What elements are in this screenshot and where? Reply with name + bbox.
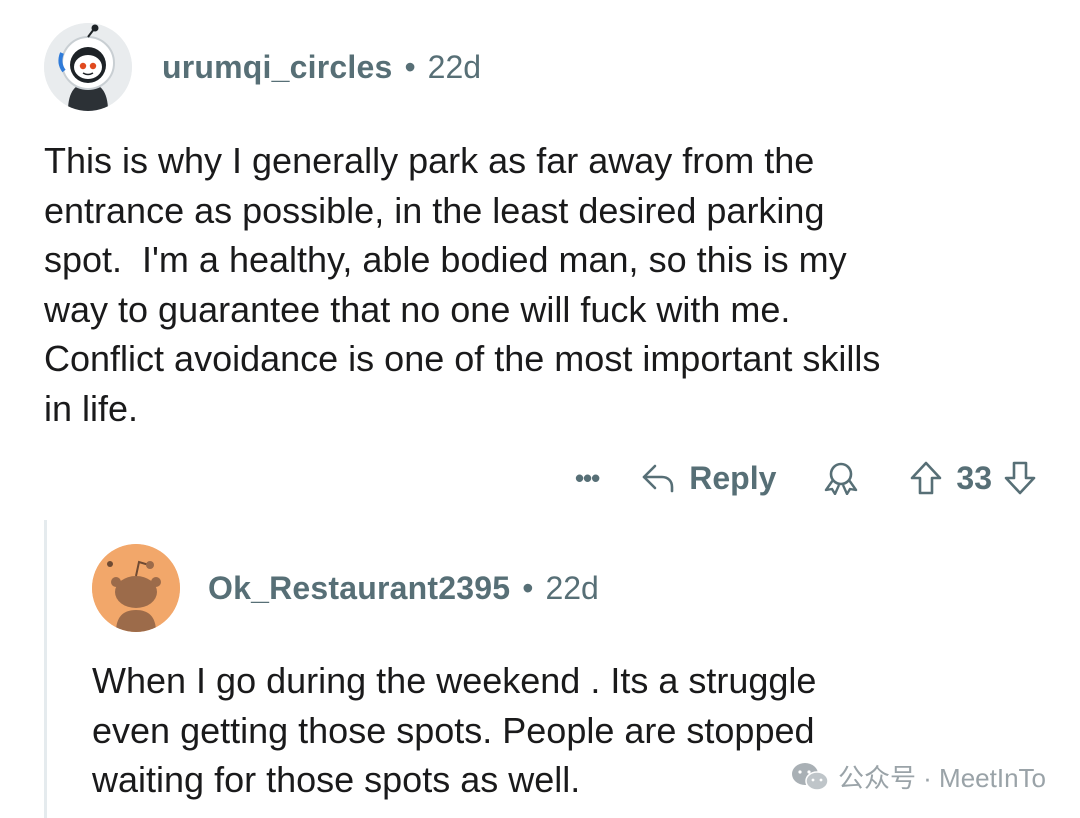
more-options-button[interactable]: ••• <box>575 463 600 494</box>
downvote-button[interactable] <box>1004 461 1036 495</box>
reply-arrow-icon <box>642 464 674 493</box>
comment-header: urumqi_circles • 22d <box>44 22 481 112</box>
comment-author[interactable]: Ok_Restaurant2395 <box>208 570 510 607</box>
thread-line[interactable] <box>44 520 47 818</box>
comment-actions: ••• Reply 33 <box>575 452 1036 504</box>
comment-author[interactable]: urumqi_circles <box>162 49 392 86</box>
avatar[interactable] <box>44 23 132 111</box>
watermark: 公众号 · MeetInTo <box>790 758 1046 795</box>
reply-label: Reply <box>689 459 777 496</box>
watermark-text: 公众号 · MeetInTo <box>837 763 1046 793</box>
reply-button[interactable]: Reply <box>641 460 776 497</box>
comment-body: This is why I generally park as far away… <box>44 140 881 429</box>
upvote-arrow-icon <box>911 461 942 495</box>
reply-header: Ok_Restaurant2395 • 22d <box>92 544 599 632</box>
award-button[interactable] <box>822 461 860 495</box>
award-icon <box>825 462 858 495</box>
snoo-avatar-icon <box>92 544 180 632</box>
comment-age: 22d <box>545 569 599 606</box>
avatar[interactable] <box>92 544 180 632</box>
meta-separator: • <box>404 48 416 85</box>
snoo-avatar-icon <box>44 23 132 111</box>
vote-control: 33 <box>910 460 1036 497</box>
comment-age: 22d <box>427 48 482 85</box>
wechat-icon <box>791 762 829 791</box>
vote-score: 33 <box>956 459 992 496</box>
downvote-arrow-icon <box>1004 461 1036 495</box>
meta-separator: • <box>522 569 534 606</box>
upvote-button[interactable] <box>910 461 942 495</box>
